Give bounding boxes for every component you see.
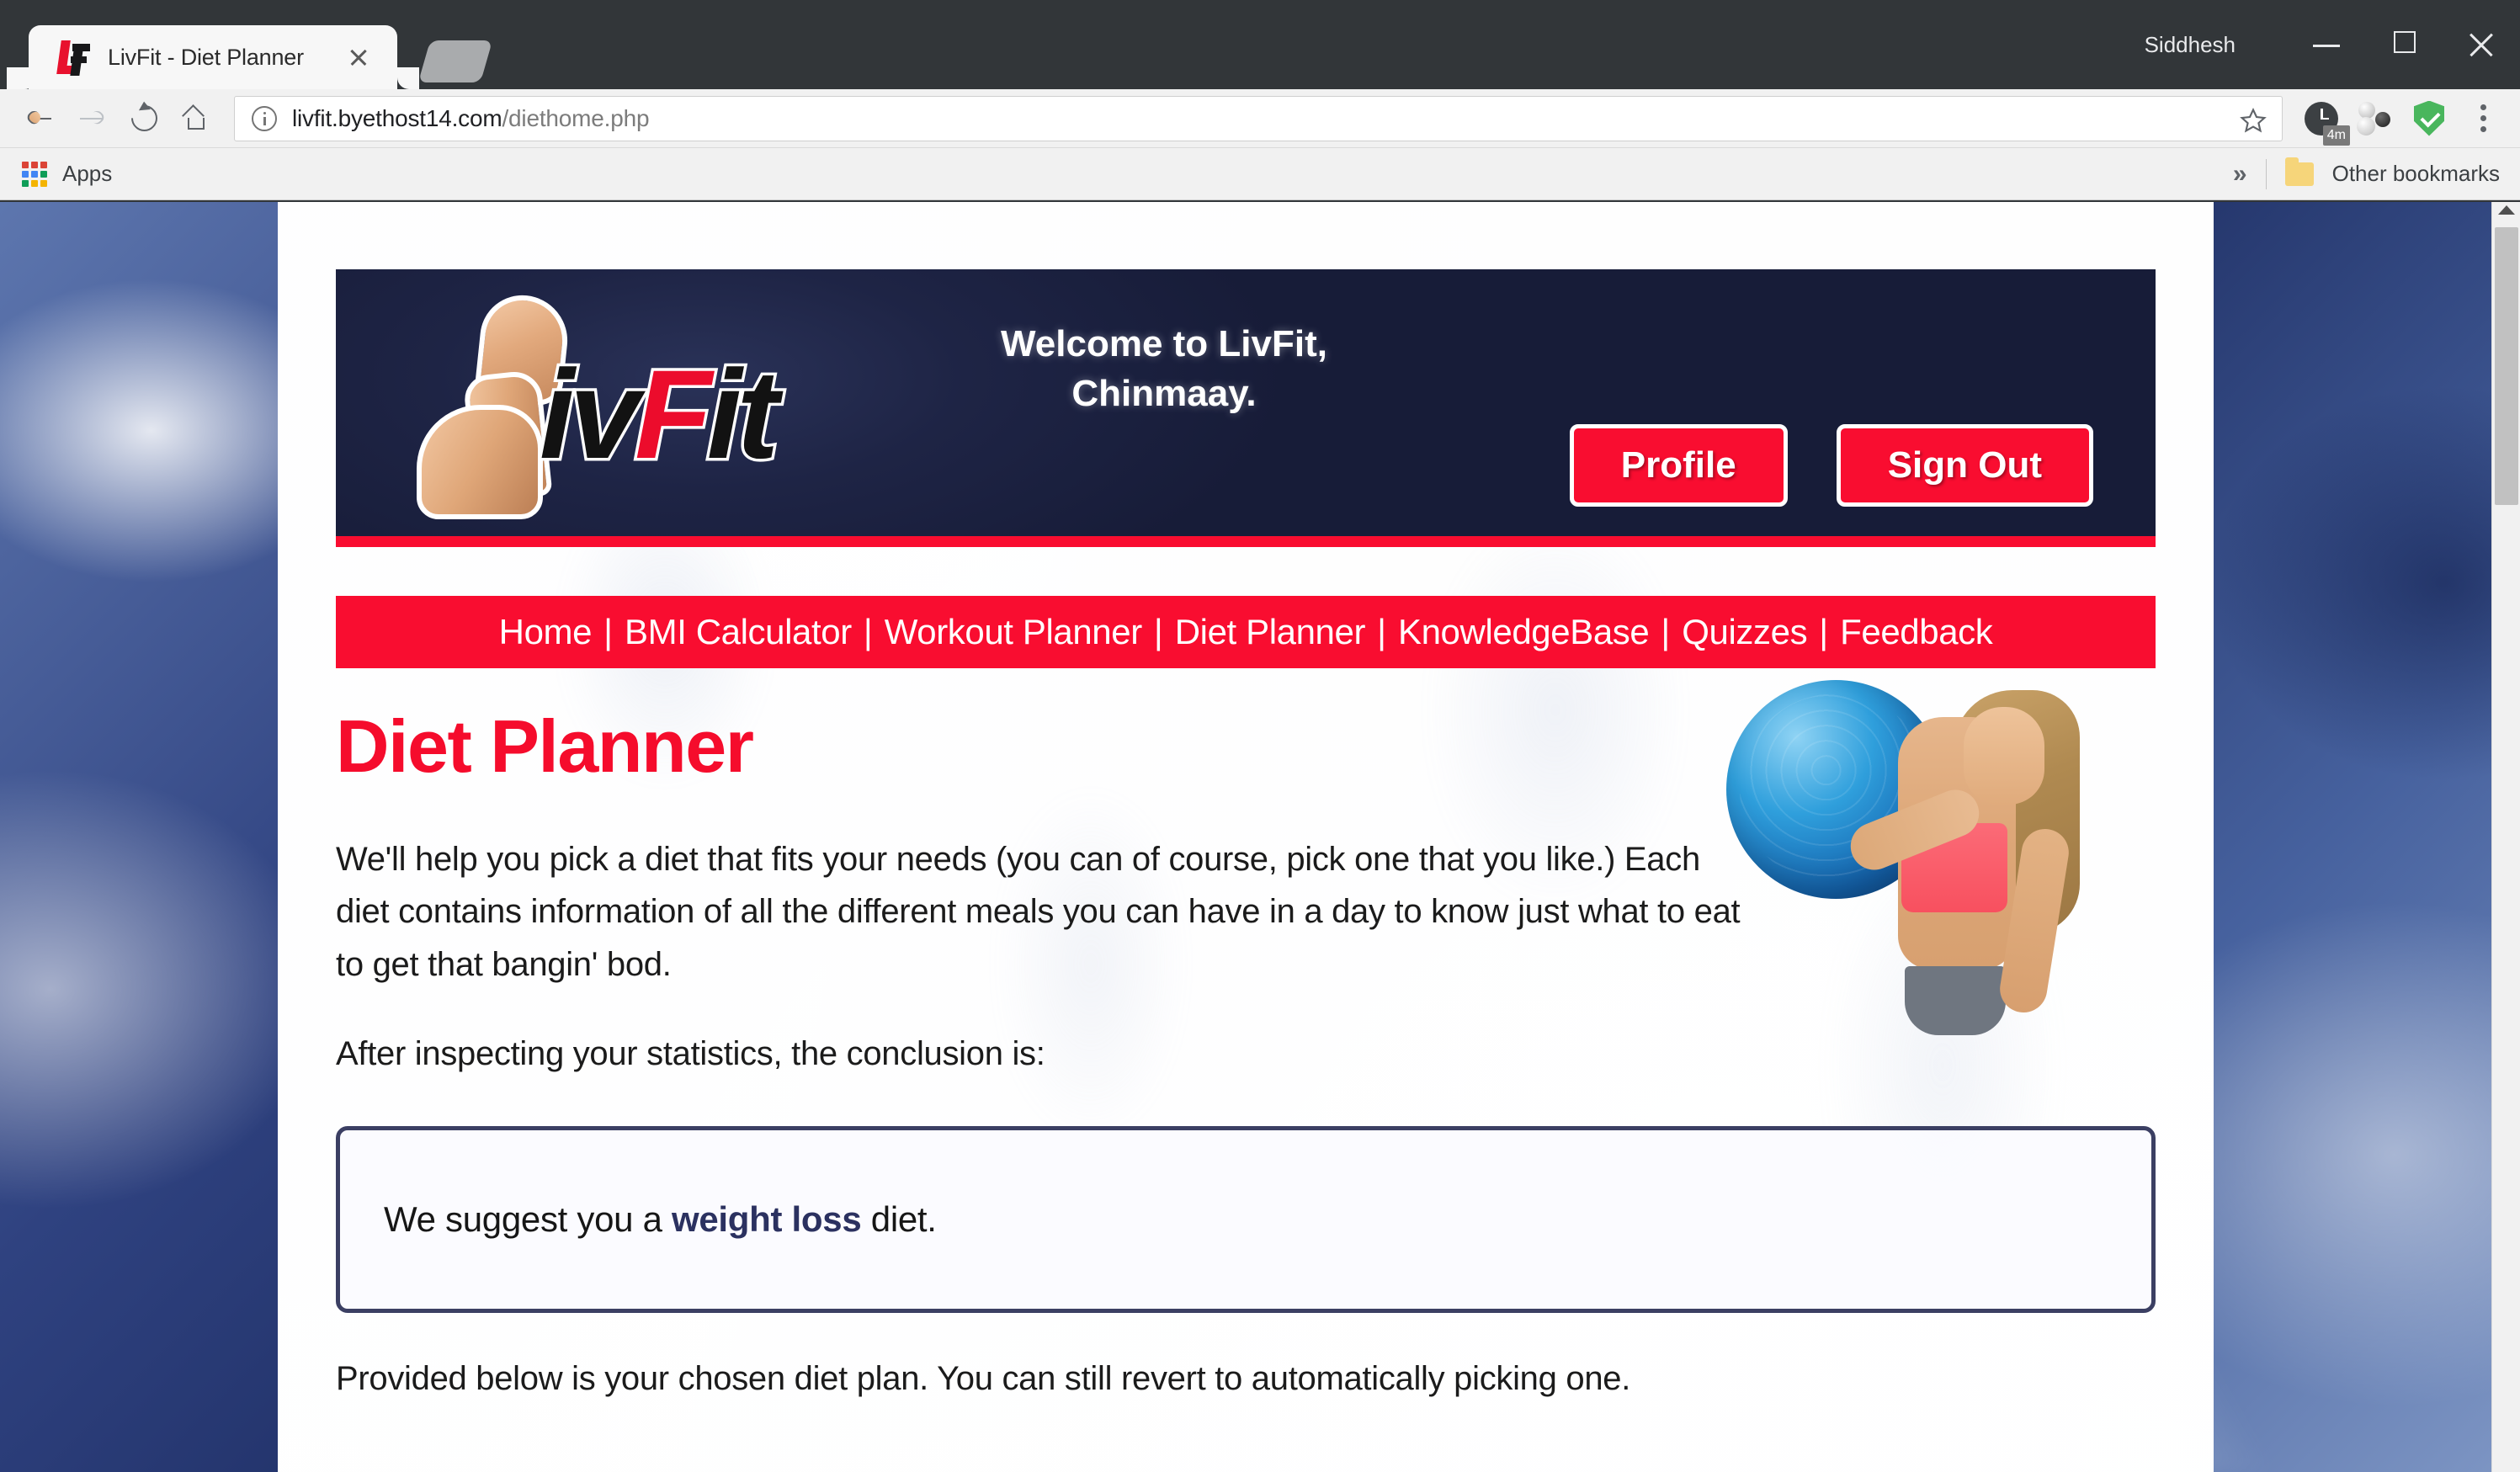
back-arrow-icon (24, 104, 54, 133)
adguard-shield-icon[interactable] (2406, 95, 2453, 142)
diet-suggestion-box: We suggest you a weight loss diet. (336, 1125, 2156, 1313)
reload-button[interactable] (118, 93, 170, 145)
forward-arrow-icon (77, 104, 107, 133)
main-content: Diet Planner We'll help you pick a diet … (336, 668, 2156, 1398)
header-actions: Profile Sign Out (1569, 424, 2093, 507)
bookmark-star-icon[interactable] (2240, 107, 2267, 134)
apps-grid-icon[interactable] (22, 161, 47, 187)
suggestion-prefix: We suggest you a (384, 1198, 672, 1239)
suggestion-text: We suggest you a weight loss diet. (384, 1199, 937, 1240)
logo-part-iv: iv (536, 343, 642, 485)
profile-button[interactable]: Profile (1569, 424, 1788, 507)
footer-note: Provided below is your chosen diet plan.… (336, 1359, 1631, 1397)
extensions-area: 4m (2298, 95, 2507, 146)
scroll-up-arrow-icon[interactable] (2498, 205, 2515, 215)
kebab-menu-icon (2479, 104, 2487, 132)
timer-badge: 4m (2322, 125, 2350, 146)
sign-out-button[interactable]: Sign Out (1836, 424, 2093, 507)
close-window-button[interactable] (2443, 18, 2520, 72)
browser-menu-button[interactable] (2459, 95, 2507, 142)
livfit-logo-icon (56, 39, 91, 76)
url-host: livfit.byethost14.com (292, 104, 502, 131)
conclusion-lead-text: After inspecting your statistics, the co… (336, 1035, 1045, 1073)
bookmarks-bar: Apps » Other bookmarks (0, 148, 2520, 200)
url-path: /diethome.php (502, 104, 650, 131)
url-text: livfit.byethost14.com/diethome.php (292, 104, 650, 132)
livfit-logo[interactable]: ivFit (381, 277, 903, 529)
tab-title: LivFit - Diet Planner (108, 44, 304, 70)
nav-item-bmi-calculator[interactable]: BMI Calculator (625, 612, 852, 652)
bookmarks-overflow-icon[interactable]: » (2233, 160, 2247, 189)
reload-icon (125, 99, 162, 137)
home-icon (182, 104, 210, 133)
maximize-button[interactable] (2365, 18, 2443, 72)
logo-part-f: F (632, 343, 715, 485)
nav-item-quizzes[interactable]: Quizzes (1682, 612, 1807, 652)
suggestion-suffix: diet. (861, 1198, 937, 1239)
title-bar: LivFit - Diet Planner Siddhesh (0, 0, 2520, 89)
nav-separator: | (1661, 612, 1671, 651)
welcome-line-1: Welcome to LivFit, (1001, 322, 1327, 364)
new-tab-button[interactable] (417, 40, 493, 82)
nav-separator: | (1153, 612, 1163, 651)
page-title: Diet Planner (336, 704, 754, 788)
browser-toolbar: livfit.byethost14.com/diethome.php 4m (0, 89, 2520, 148)
nav-item-knowledgebase[interactable]: KnowledgeBase (1398, 612, 1650, 652)
main-navigation: Home | BMI Calculator | Workout Planner … (336, 596, 2156, 668)
site-header-banner: ivFit Welcome to LivFit, Chinmaay. Profi… (336, 269, 2156, 547)
nav-separator: | (1377, 612, 1386, 651)
browser-window: LivFit - Diet Planner Siddhesh livfit.by… (0, 0, 2520, 1472)
window-controls-area: Siddhesh (2145, 0, 2520, 89)
forward-button[interactable] (66, 93, 118, 145)
timer-extension-icon[interactable]: 4m (2298, 95, 2350, 146)
address-bar[interactable]: livfit.byethost14.com/diethome.php (234, 95, 2283, 141)
nav-item-feedback[interactable]: Feedback (1840, 612, 1993, 652)
minimize-button[interactable] (2288, 18, 2365, 72)
molecule-extension-icon[interactable] (2352, 95, 2399, 142)
back-button[interactable] (13, 93, 66, 145)
nav-item-diet-planner[interactable]: Diet Planner (1175, 612, 1366, 652)
page-scrollbar[interactable] (2491, 202, 2520, 1472)
nav-separator: | (1819, 612, 1829, 651)
intro-paragraph: We'll help you pick a diet that fits you… (336, 841, 1741, 983)
window-user-label: Siddhesh (2144, 31, 2236, 57)
nav-item-home[interactable]: Home (499, 612, 593, 652)
folder-icon (2284, 157, 2314, 186)
nav-separator: | (603, 612, 613, 651)
welcome-message: Welcome to LivFit, Chinmaay. (928, 320, 1400, 419)
close-icon[interactable] (342, 40, 375, 74)
page-viewport: ivFit Welcome to LivFit, Chinmaay. Profi… (0, 202, 2520, 1472)
scrollbar-thumb[interactable] (2495, 227, 2518, 505)
tab-strip: LivFit - Diet Planner (0, 0, 493, 89)
nav-item-workout-planner[interactable]: Workout Planner (885, 612, 1142, 652)
site-info-icon[interactable] (252, 105, 277, 131)
welcome-line-2: Chinmaay. (1071, 372, 1257, 414)
nav-separator: | (863, 612, 873, 651)
apps-bookmark-label[interactable]: Apps (62, 161, 112, 187)
divider (2265, 158, 2267, 189)
logo-wordmark: ivFit (536, 348, 781, 480)
logo-part-it: it (704, 343, 782, 485)
home-button[interactable] (170, 93, 222, 145)
bookmarks-right-group: » Other bookmarks (2233, 157, 2500, 189)
page-content-column: ivFit Welcome to LivFit, Chinmaay. Profi… (278, 202, 2214, 1472)
suggested-diet-type: weight loss (672, 1198, 862, 1239)
other-bookmarks-label[interactable]: Other bookmarks (2332, 161, 2500, 187)
browser-tab[interactable]: LivFit - Diet Planner (29, 25, 419, 89)
